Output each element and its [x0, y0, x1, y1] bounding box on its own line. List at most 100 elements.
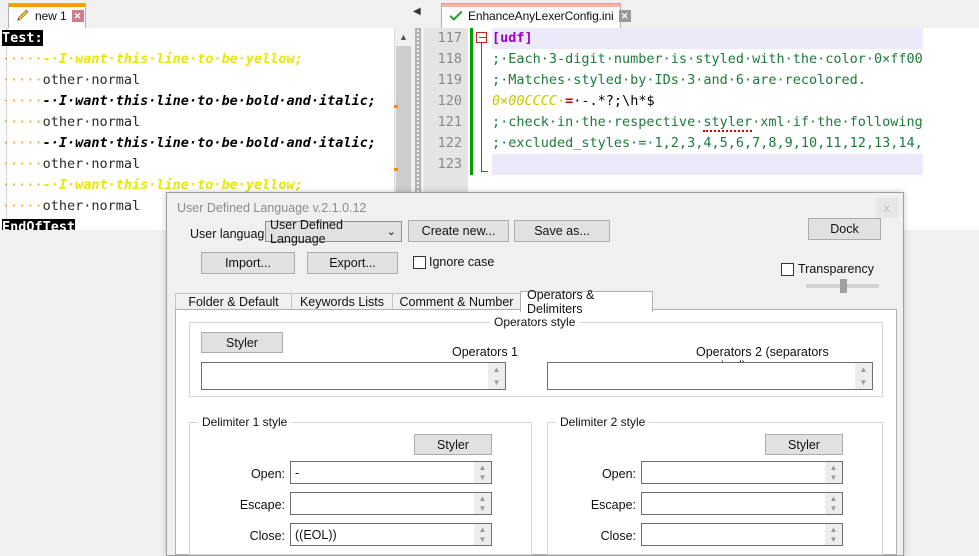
code-line: ·····-·I·want·this·line·to·be·yellow; — [2, 49, 376, 70]
tab-label: new 1 — [35, 9, 67, 23]
collapse-arrow-icon[interactable]: ◀ — [413, 6, 423, 20]
user-defined-language-dialog: User Defined Language v.2.1.0.12 x User … — [166, 192, 904, 556]
operators-styler-button[interactable]: Styler — [201, 332, 283, 353]
tab-enhanceanylexerconfig[interactable]: EnhanceAnyLexerConfig.ini ✕ — [441, 3, 631, 28]
code-span: ;·Each·3-digit·number·is·styled·with·the… — [492, 51, 923, 67]
spin-up-icon[interactable]: ▲ — [474, 462, 491, 473]
user-language-select[interactable]: User Defined Language ⌄ — [265, 218, 402, 246]
spinner[interactable]: ▲ ▼ — [474, 524, 491, 545]
delimiter-1-close-label: Close: — [249, 529, 285, 543]
code-line — [492, 154, 923, 175]
delimiter-2-open-label: Open: — [601, 467, 636, 481]
operators-1-label: Operators 1 — [452, 345, 519, 359]
spin-down-icon[interactable]: ▼ — [825, 504, 842, 515]
ignore-case-label: Ignore case — [429, 255, 495, 269]
code-line: ;·Each·3-digit·number·is·styled·with·the… — [492, 49, 923, 70]
operators-1-input[interactable]: ▲ ▼ — [201, 362, 506, 390]
delimiter-2-title: Delimiter 2 style — [556, 415, 650, 429]
code-span: [udf] — [492, 30, 533, 46]
tab-close-icon[interactable]: ✕ — [71, 10, 84, 22]
delimiter-2-escape-input[interactable]: ▲ ▼ — [641, 492, 843, 515]
create-new-button[interactable]: Create new... — [408, 220, 509, 242]
tabbar-right: EnhanceAnyLexerConfig.ini ✕ — [424, 0, 979, 29]
import-button[interactable]: Import... — [201, 252, 295, 274]
spin-down-icon[interactable]: ▼ — [825, 473, 842, 484]
delimiter-1-group: Delimiter 1 style Styler Open: - ▲ ▼ Esc… — [189, 415, 532, 555]
spin-down-icon[interactable]: ▼ — [825, 535, 842, 546]
code-span: -·I·want·this·line·to·be·yellow; — [42, 177, 303, 193]
spin-down-icon[interactable]: ▼ — [488, 376, 505, 389]
spinner[interactable]: ▲ ▼ — [825, 524, 842, 545]
spin-up-icon[interactable]: ▲ — [474, 524, 491, 535]
spin-down-icon[interactable]: ▼ — [474, 535, 491, 546]
code-line: [udf] — [492, 28, 923, 49]
delimiter-1-open-label: Open: — [250, 467, 285, 481]
code-span: ;·excluded_styles·=·1,2,3,4,5,6,7,8,9,10… — [492, 135, 923, 151]
delimiter-1-escape-label: Escape: — [239, 498, 285, 512]
delimiter-1-close-input[interactable]: ((EOL)) ▲ ▼ — [290, 523, 492, 546]
spin-up-icon[interactable]: ▲ — [825, 524, 842, 535]
delimiter-1-styler-button[interactable]: Styler — [414, 434, 492, 455]
line-number: 118 — [437, 51, 462, 67]
code-line: ·····other·normal — [2, 70, 376, 91]
code-span: ····· — [2, 177, 43, 193]
code-span: ····· — [2, 93, 43, 109]
change-indicator-bar — [470, 28, 473, 175]
code-span: other·normal — [42, 72, 141, 88]
spinner[interactable]: ▲ ▼ — [825, 462, 842, 483]
delimiter-2-close-input[interactable]: ▲ ▼ — [641, 523, 843, 546]
dock-button[interactable]: Dock — [808, 218, 881, 240]
operators-style-group: Operators style Styler Operators 1 ▲ ▼ O… — [189, 315, 883, 397]
tab-comment-number[interactable]: Comment & Number — [392, 293, 521, 310]
code-line: ·····-·I·want·this·line·to·be·bold·and·i… — [2, 91, 376, 112]
spin-up-icon[interactable]: ▲ — [474, 493, 491, 504]
operators-1-spinner[interactable]: ▲ ▼ — [488, 363, 505, 389]
line-number: 117 — [437, 30, 462, 46]
code-line: ;·Matches·styled·by·IDs·3·and·6·are·reco… — [492, 70, 923, 91]
tab-keywords-lists[interactable]: Keywords Lists — [291, 293, 393, 310]
operators-2-spinner[interactable]: ▲ ▼ — [855, 363, 872, 389]
spin-down-icon[interactable]: ▼ — [474, 473, 491, 484]
transparency-checkbox[interactable] — [781, 263, 794, 276]
tab-folder-default[interactable]: Folder & Default — [175, 293, 292, 310]
delimiter-2-styler-button[interactable]: Styler — [765, 434, 843, 455]
spin-up-icon[interactable]: ▲ — [825, 462, 842, 473]
scroll-marker — [394, 168, 398, 171]
user-language-label: User language: — [190, 227, 275, 241]
operators-2-input[interactable]: ▲ ▼ — [547, 362, 873, 390]
pencil-icon — [17, 9, 29, 21]
code-span: Test: — [2, 30, 43, 46]
fold-collapse-icon[interactable] — [476, 32, 487, 43]
line-number: 120 — [437, 93, 462, 109]
tab-new-1[interactable]: new 1 ✕ — [8, 3, 86, 28]
tab-accent-bar — [442, 4, 620, 7]
transparency-label: Transparency — [798, 262, 874, 276]
code-line: ·····other·normal — [2, 112, 376, 133]
spinner[interactable]: ▲ ▼ — [825, 493, 842, 514]
spin-up-icon[interactable]: ▲ — [855, 363, 872, 376]
operators-style-title: Operators style — [490, 315, 580, 329]
code-line: ;·excluded_styles·=·1,2,3,4,5,6,7,8,9,10… — [492, 133, 923, 154]
tab-label: EnhanceAnyLexerConfig.ini — [468, 9, 614, 23]
code-span: -·I·want·this·line·to·be·yellow; — [42, 51, 303, 67]
save-as-button[interactable]: Save as... — [514, 220, 610, 242]
code-line: 0×00CCCC·=·-.*?;\h*$ — [492, 91, 923, 112]
spin-down-icon[interactable]: ▼ — [474, 504, 491, 515]
delimiter-1-escape-input[interactable]: ▲ ▼ — [290, 492, 492, 515]
tab-operators-delimiters[interactable]: Operators & Delimiters — [520, 288, 653, 316]
spinner[interactable]: ▲ ▼ — [474, 493, 491, 514]
ignore-case-checkbox[interactable] — [413, 256, 426, 269]
scrollbar-thumb[interactable] — [396, 46, 411, 208]
scroll-up-arrow[interactable]: ▲ — [395, 28, 412, 45]
spin-up-icon[interactable]: ▲ — [488, 363, 505, 376]
delimiter-2-open-input[interactable]: ▲ ▼ — [641, 461, 843, 484]
close-icon[interactable]: x — [876, 198, 898, 218]
delimiter-1-open-input[interactable]: - ▲ ▼ — [290, 461, 492, 484]
code-span: -·I·want·this·line·to·be·bold·and·italic… — [42, 93, 376, 109]
spin-down-icon[interactable]: ▼ — [855, 376, 872, 389]
spinner[interactable]: ▲ ▼ — [474, 462, 491, 483]
delimiter-1-open-value: - — [295, 465, 300, 480]
spin-up-icon[interactable]: ▲ — [825, 493, 842, 504]
tab-close-icon[interactable]: ✕ — [618, 10, 631, 22]
export-button[interactable]: Export... — [307, 252, 398, 274]
